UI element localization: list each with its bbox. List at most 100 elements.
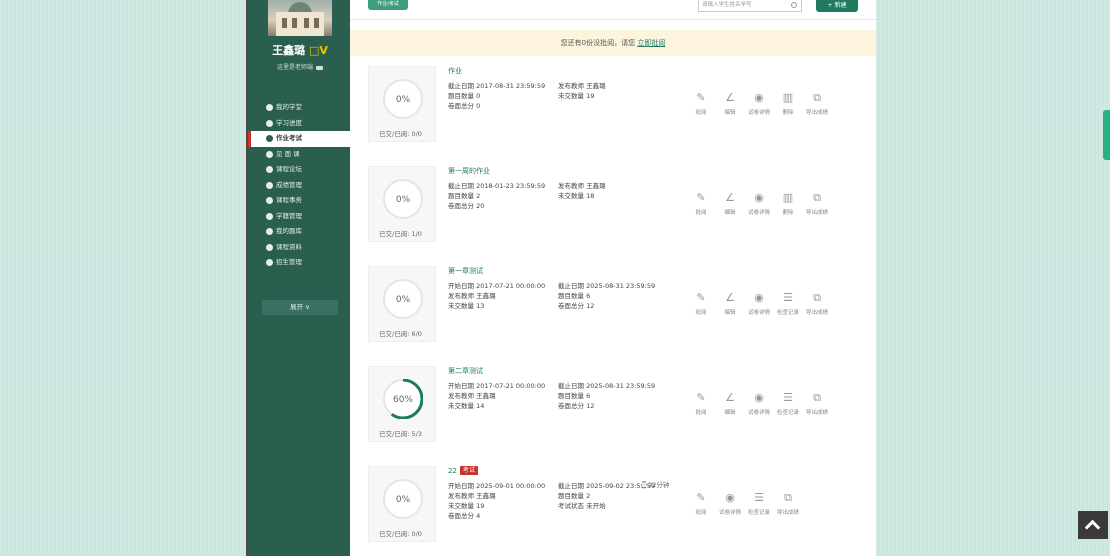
sidebar-item-label: 我的学堂 [276,103,302,111]
meta-left: 卷面总分 20 [448,202,485,210]
edit-icon: ✎ [696,91,706,104]
edit-icon: ✎ [696,291,706,304]
edit-action[interactable]: ✎ 批阅 [690,492,712,517]
expand-button[interactable]: 展开 ∨ [262,300,338,315]
progress-box: 0% 已交/已阅: 1/0 [368,166,436,242]
trash-action[interactable]: ▥ 删除 [777,91,799,117]
assignment-title[interactable]: 第一章测试 [448,266,483,276]
sidebar-item-label: 学籍管理 [276,211,302,220]
sidebar-item[interactable]: 成绩管理 [248,178,352,194]
pen-icon: ∠ [725,191,735,204]
pen-action[interactable]: ∠ 编辑 [719,91,741,117]
sidebar-item[interactable]: 学习进度 [248,116,352,132]
sidebar-item[interactable]: 作业考试 [248,131,352,147]
assignment-card: 0% 已交/已阅: 1/0 第一周的作业截止日期 2018-01-23 23:59:… [368,166,844,242]
export-icon: ⧉ [813,91,821,104]
meta-left: 题目数量 2 [448,192,481,200]
sidebar-item[interactable]: 学籍管理 [248,209,352,225]
duration-label: ⌚22分钟 [640,481,670,489]
submit-review-count: 已交/已阅: 1/0 [379,230,422,238]
list-action[interactable]: ☰ 检查记录 [777,291,799,317]
edit-action[interactable]: ✎ 批阅 [690,192,712,217]
assignment-card: 0% 已交/已阅: 0/0 22 考试 开始日期 2025-09-01 00:00:00… [368,466,844,542]
list-action[interactable]: ☰ 检查记录 [748,491,770,517]
export-action[interactable]: ⧉ 导出成绩 [806,391,828,417]
notice-bar: 您还有0份没批阅，请您 立即批阅 [350,30,876,56]
filter-button[interactable]: 作业/考试 [368,0,408,10]
nav-icon [266,150,273,158]
meta-left: 开始日期 2017-07-21 00:00:00 [448,282,546,290]
pen-action[interactable]: ∠ 编辑 [719,391,741,417]
assignment-title[interactable]: 22 考试 [448,466,478,475]
trash-icon: ▥ [782,91,794,104]
eye-action[interactable]: ◉ 试卷详情 [748,92,770,117]
assignment-title[interactable]: 第一周的作业 [448,166,490,176]
sidebar-item[interactable]: 课程资料 [248,240,352,256]
sidebar-nav: 我的学堂学习进度 作业考试见 面 课课程论坛成绩管理课程事务学籍管理我的题库 课程资… [248,100,352,271]
meta-right: 截止日期 2025-08-31 23:59:59 [558,282,656,290]
sidebar: 王鑫璐 □V 这里是老师端 我的学堂 学习进度 作业考试见 面 课课程论坛 成绩管理课… [246,0,352,556]
arrow-up-icon [1084,519,1101,536]
assignment-title[interactable]: 作业 [448,66,462,76]
list-icon: ☰ [754,491,764,504]
meta-left: 卷面总分 0 [448,102,481,110]
edit-action[interactable]: ✎ 批阅 [690,91,712,117]
export-action[interactable]: ⧉ 导出成绩 [777,491,799,517]
review-now-link[interactable]: 立即批阅 [637,39,665,47]
export-action[interactable]: ⧉ 导出成绩 [806,192,828,217]
assignment-card: 0% 已交/已阅: 6/0 第一章测试 开始日期 2017-07-21 00:00:0… [368,266,844,342]
list-icon: ☰ [783,291,793,304]
eye-action[interactable]: ◉ 试卷详情 [719,492,741,517]
sidebar-item-label: 见 面 课 [276,149,300,158]
back-to-top-button[interactable] [1078,511,1108,539]
exam-badge: 考试 [459,466,478,475]
camera-icon[interactable] [316,65,323,70]
eye-action[interactable]: ◉ 试卷详情 [748,392,770,417]
sidebar-item-label: 课程论坛 [276,165,302,173]
meta-left: 截止日期 2017-08-31 23:59:59 [448,82,546,90]
export-icon: ⧉ [784,491,792,504]
eye-icon: ◉ [754,191,764,204]
pen-icon: ∠ [725,91,735,104]
trash-action[interactable]: ▥ 删除 [777,191,799,217]
edit-action[interactable]: ✎ 批阅 [690,291,712,317]
meta-left: 发布教师 王鑫璐 [448,492,496,500]
sidebar-item[interactable]: 我的学堂 [248,100,352,116]
sidebar-item[interactable]: 我的题库 [248,224,352,240]
search-icon[interactable] [791,2,797,8]
eye-action[interactable]: ◉ 试卷详情 [748,191,770,217]
new-button[interactable]: + 新建 [816,0,858,12]
side-feedback-tab[interactable] [1103,110,1110,160]
meta-right: 发布教师 王鑫璐 [558,82,606,90]
meta-left: 截止日期 2018-01-23 23:59:59 [448,182,546,190]
meta-right: 卷面总分 12 [558,302,595,310]
nav-icon [266,259,273,266]
list-icon: ☰ [783,391,793,404]
export-action[interactable]: ⧉ 导出成绩 [806,292,828,317]
assignment-title[interactable]: 第二章测试 [448,366,483,376]
sidebar-item-label: 课程事务 [276,196,302,204]
meta-left: 题目数量 0 [448,92,481,100]
pen-action[interactable]: ∠ 编辑 [719,191,741,217]
pen-action[interactable]: ∠ 编辑 [719,292,741,317]
sidebar-item-label: 招生管理 [276,258,302,266]
nav-icon [266,166,273,173]
submit-review-count: 已交/已阅: 5/3 [379,430,422,438]
sidebar-item[interactable]: 课程论坛 [248,162,352,178]
export-action[interactable]: ⧉ 导出成绩 [806,91,828,117]
list-action[interactable]: ☰ 检查记录 [777,391,799,417]
submit-review-count: 已交/已阅: 0/0 [379,530,422,538]
pen-icon: ∠ [725,391,735,404]
sidebar-item[interactable]: 招生管理 [248,255,352,271]
sidebar-item[interactable]: 见 面 课 [248,147,352,163]
meta-left: 卷面总分 4 [448,512,481,520]
nav-icon [266,135,273,142]
avatar[interactable] [268,0,332,36]
search-input[interactable]: 请输入学生姓名学号 [698,0,802,12]
export-icon: ⧉ [813,391,821,404]
meta-left: 开始日期 2025-09-01 00:00:00 [448,482,546,490]
trash-icon: ▥ [782,191,794,204]
sidebar-item[interactable]: 课程事务 [248,193,352,209]
eye-action[interactable]: ◉ 试卷详情 [748,292,770,317]
edit-action[interactable]: ✎ 批阅 [690,392,712,417]
